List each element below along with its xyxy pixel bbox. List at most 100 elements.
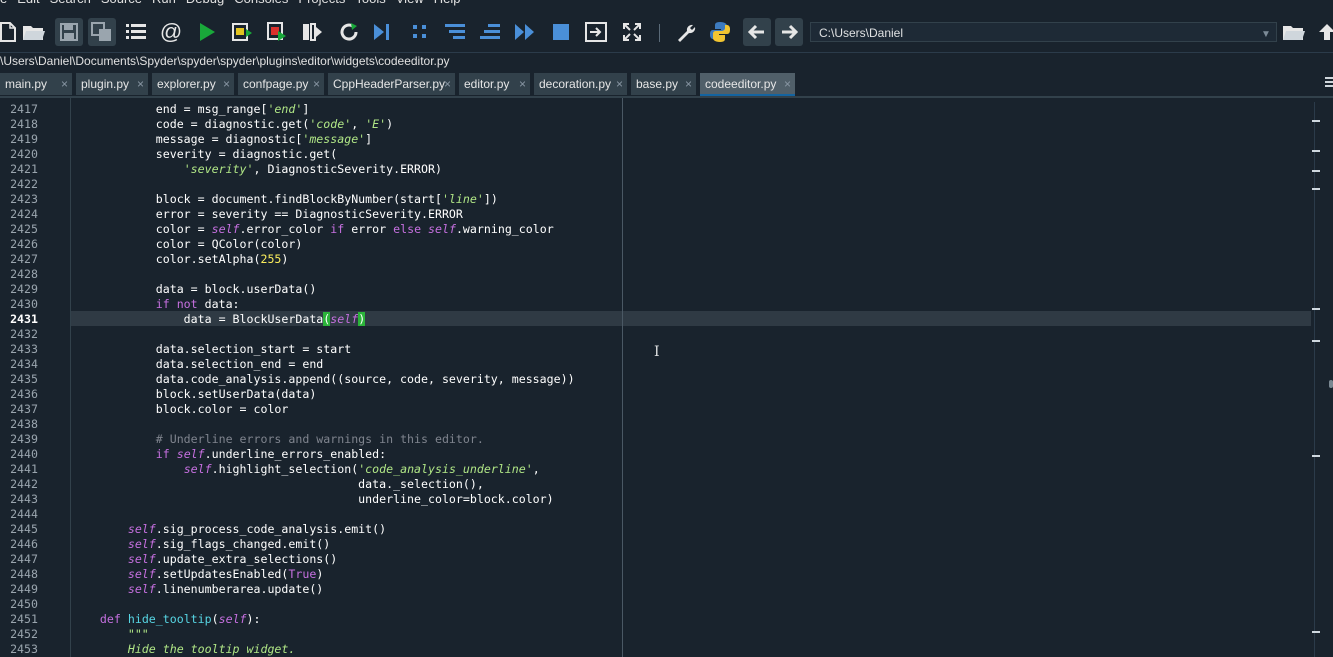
code-text[interactable]: block = document.findBlockByNumber(start… [72, 192, 498, 207]
editor-tab[interactable]: decoration.py × [534, 73, 627, 95]
code-editor[interactable]: 2417 end = msg_range['end'] 2418 code = d… [0, 98, 1333, 657]
code-line[interactable]: 2451 def hide_tooltip(self): [0, 612, 1310, 627]
code-text[interactable]: Hide the tooltip widget. [72, 642, 296, 657]
rerun-icon[interactable] [335, 18, 363, 46]
code-text[interactable]: data._selection(), [72, 477, 484, 492]
fullscreen-icon[interactable] [618, 18, 646, 46]
code-line[interactable]: 2446 self.sig_flags_changed.emit() [0, 537, 1310, 552]
code-text[interactable]: if not data: [72, 297, 240, 312]
code-line[interactable]: 2453 Hide the tooltip widget. [0, 642, 1310, 657]
code-text[interactable]: color = QColor(color) [72, 237, 303, 252]
code-text[interactable]: """ [72, 627, 149, 642]
close-icon[interactable]: × [616, 73, 623, 95]
run-cell-advance-icon[interactable] [263, 18, 291, 46]
close-icon[interactable]: × [444, 73, 451, 95]
code-line[interactable]: 2452 """ [0, 627, 1310, 642]
save-icon[interactable] [55, 18, 83, 46]
code-line[interactable]: 2432 [0, 327, 1310, 342]
menu-item[interactable]: Help [434, 0, 461, 7]
debug-icon[interactable] [368, 18, 396, 46]
code-text[interactable]: data.selection_end = end [72, 357, 324, 372]
at-icon[interactable]: @ [157, 18, 185, 46]
code-line[interactable]: 2441 self.highlight_selection('code_anal… [0, 462, 1310, 477]
tab-list-menu-icon[interactable] [1325, 75, 1333, 89]
code-line[interactable]: 2426 color = QColor(color) [0, 237, 1310, 252]
code-text[interactable]: color.setAlpha(255) [72, 252, 289, 267]
menu-item[interactable]: Projects [298, 0, 345, 7]
code-line[interactable]: 2435 data.code_analysis.append((source, … [0, 372, 1310, 387]
code-line[interactable]: 2439 # Underline errors and warnings in … [0, 432, 1310, 447]
warning-flag-icon[interactable] [1312, 308, 1320, 310]
menu-item[interactable]: Consoles [234, 0, 288, 7]
code-text[interactable]: data = BlockUserData(self) [72, 312, 366, 327]
close-icon[interactable]: × [61, 73, 68, 95]
editor-tab[interactable]: codeeditor.py × [700, 73, 795, 96]
editor-tab[interactable]: explorer.py × [152, 73, 234, 95]
close-icon[interactable]: × [137, 73, 144, 95]
code-line[interactable]: 2428 [0, 267, 1310, 282]
code-line[interactable]: 2429 data = block.userData() [0, 282, 1310, 297]
python-icon[interactable] [706, 18, 734, 46]
code-line[interactable]: 2422 [0, 177, 1310, 192]
warning-flag-icon[interactable] [1312, 120, 1320, 122]
code-line[interactable]: 2418 code = diagnostic.get('code', 'E') [0, 117, 1310, 132]
back-arrow-icon[interactable] [743, 18, 771, 46]
code-line[interactable]: 2420 severity = diagnostic.get( [0, 147, 1310, 162]
code-line[interactable]: 2445 self.sig_process_code_analysis.emit… [0, 522, 1310, 537]
warning-flag-icon[interactable] [1312, 170, 1320, 172]
editor-tab[interactable]: CppHeaderParser.py × [328, 73, 455, 95]
code-line[interactable]: 2419 message = diagnostic['message'] [0, 132, 1310, 147]
code-text[interactable]: data.code_analysis.append((source, code,… [72, 372, 575, 387]
code-line[interactable]: 2423 block = document.findBlockByNumber(… [0, 192, 1310, 207]
close-icon[interactable]: × [313, 73, 320, 95]
step-into-icon[interactable] [441, 18, 469, 46]
code-text[interactable]: self.update_extra_selections() [72, 552, 337, 567]
code-text[interactable]: def hide_tooltip(self): [72, 612, 261, 627]
menu-item[interactable]: Tools [355, 0, 385, 7]
code-text[interactable]: self.sig_process_code_analysis.emit() [72, 522, 386, 537]
code-text[interactable]: block.setUserData(data) [72, 387, 317, 402]
code-text[interactable]: # Underline errors and warnings in this … [72, 432, 484, 447]
code-line[interactable]: 2438 [0, 417, 1310, 432]
run-selection-icon[interactable] [298, 18, 326, 46]
warning-flag-icon[interactable] [1312, 340, 1320, 342]
save-all-icon[interactable] [88, 18, 116, 46]
menu-item[interactable]: Source [101, 0, 142, 7]
code-line[interactable]: 2424 error = severity == DiagnosticSever… [0, 207, 1310, 222]
warning-flag-icon[interactable] [1312, 455, 1320, 457]
code-line[interactable]: 2442 data._selection(), [0, 477, 1310, 492]
code-text[interactable]: end = msg_range['end'] [72, 102, 310, 117]
code-line[interactable]: 2444 [0, 507, 1310, 522]
code-text[interactable]: data.selection_start = start [72, 342, 351, 357]
chevron-down-icon[interactable]: ▼ [1259, 25, 1273, 40]
run-icon[interactable] [193, 18, 221, 46]
editor-tab[interactable]: base.py × [631, 73, 696, 95]
browse-folder-icon[interactable] [1280, 18, 1308, 46]
editor-tab[interactable]: confpage.py × [238, 73, 324, 95]
code-text[interactable]: data = block.userData() [72, 282, 317, 297]
code-line[interactable]: 2427 color.setAlpha(255) [0, 252, 1310, 267]
menu-item[interactable]: e [0, 0, 7, 7]
menu-item[interactable]: Edit [17, 0, 39, 7]
code-text[interactable]: self.linenumberarea.update() [72, 582, 323, 597]
step-icon[interactable] [406, 18, 434, 46]
open-folder-icon[interactable] [20, 18, 48, 46]
menu-item[interactable]: Debug [186, 0, 224, 7]
step-return-icon[interactable] [476, 18, 504, 46]
scrollbar-handle[interactable] [1329, 380, 1333, 388]
menu-item[interactable]: Run [152, 0, 176, 7]
code-text[interactable]: message = diagnostic['message'] [72, 132, 372, 147]
outline-list-icon[interactable] [122, 18, 150, 46]
code-text[interactable]: 'severity', DiagnosticSeverity.ERROR) [72, 162, 442, 177]
warning-flag-icon[interactable] [1312, 150, 1320, 152]
menu-item[interactable]: View [396, 0, 424, 7]
code-line[interactable]: 2417 end = msg_range['end'] [0, 102, 1310, 117]
code-line[interactable]: 2448 self.setUpdatesEnabled(True) [0, 567, 1310, 582]
vertical-scrollbar[interactable] [1314, 102, 1325, 657]
code-line[interactable]: 2436 block.setUserData(data) [0, 387, 1310, 402]
code-text[interactable]: underline_color=block.color) [72, 492, 553, 507]
close-icon[interactable]: × [223, 73, 230, 95]
code-line[interactable]: 2450 [0, 597, 1310, 612]
code-text[interactable]: self.highlight_selection('code_analysis_… [72, 462, 540, 477]
code-line[interactable]: 2421 'severity', DiagnosticSeverity.ERRO… [0, 162, 1310, 177]
